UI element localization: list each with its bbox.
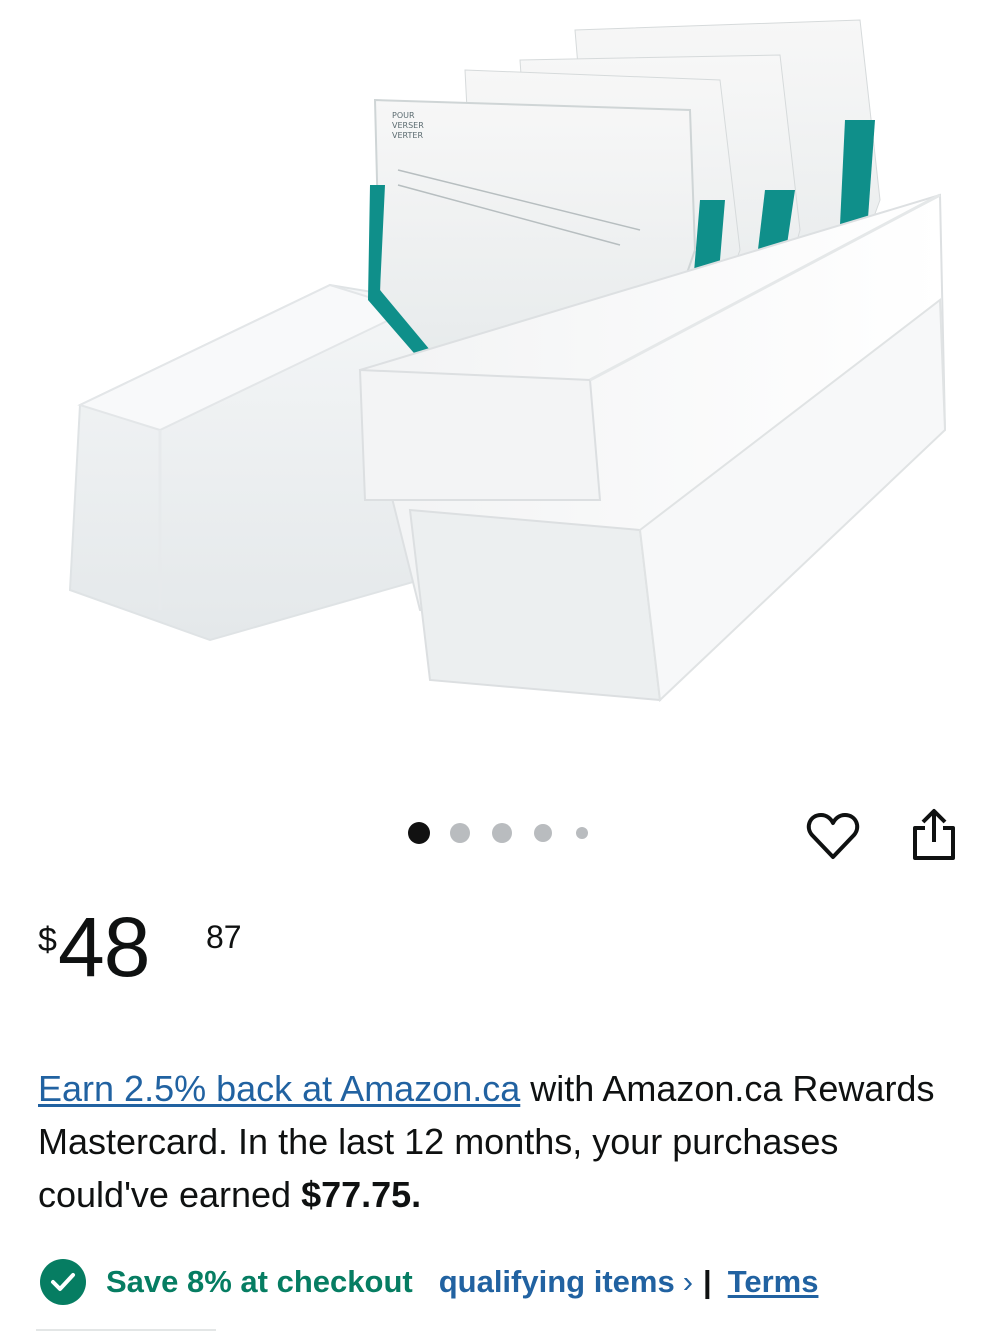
save-percent-text: Save 8% at checkout	[106, 1264, 413, 1299]
divider	[36, 1329, 216, 1331]
earn-back-link[interactable]: Earn 2.5% back at Amazon.ca	[38, 1068, 520, 1109]
price: $ 48 87	[38, 905, 338, 1005]
svg-text:VERTER: VERTER	[392, 131, 423, 140]
pagination-dot-3[interactable]	[492, 823, 512, 843]
check-circle-icon	[40, 1259, 86, 1305]
checkout-savings: Save 8% at checkout qualifying items › |…	[40, 1258, 818, 1306]
image-pagination-dots[interactable]	[408, 822, 588, 844]
pagination-dot-2[interactable]	[450, 823, 470, 843]
svg-text:POUR: POUR	[392, 111, 415, 120]
pagination-dot-5[interactable]	[576, 827, 588, 839]
qualifying-items-link[interactable]: qualifying items	[439, 1264, 675, 1300]
price-whole: 48	[58, 900, 150, 994]
rewards-promo: Earn 2.5% back at Amazon.ca with Amazon.…	[38, 1062, 938, 1221]
price-currency-symbol: $	[38, 921, 57, 959]
chevron-right-icon: ›	[682, 1264, 694, 1299]
rewards-amount: $77.75.	[301, 1174, 422, 1215]
wishlist-button[interactable]	[805, 810, 861, 862]
terms-link[interactable]: Terms	[728, 1264, 819, 1300]
share-icon	[913, 809, 955, 860]
separator: |	[703, 1264, 712, 1299]
pagination-dot-4[interactable]	[534, 824, 552, 842]
svg-text:VERSER: VERSER	[392, 121, 424, 130]
price-fraction: 87	[206, 919, 242, 955]
product-image[interactable]: POUR VERSER VERTER	[0, 0, 1000, 760]
share-button[interactable]	[906, 806, 962, 864]
heart-icon	[806, 813, 860, 859]
pagination-dot-1[interactable]	[408, 822, 430, 844]
